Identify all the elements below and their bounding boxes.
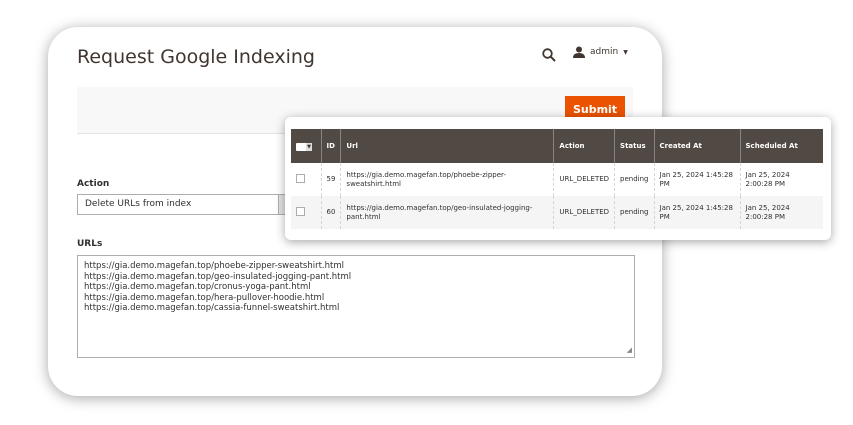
column-header-scheduled-at[interactable]: Scheduled At <box>739 129 823 163</box>
table-row: 60 https://gia.demo.magefan.top/geo-insu… <box>291 196 823 229</box>
mass-action-select[interactable]: ▼ <box>291 129 321 163</box>
row-url: https://gia.demo.magefan.top/phoebe-zipp… <box>340 163 554 196</box>
column-header-status[interactable]: Status <box>614 129 655 163</box>
indexing-grid: ▼ ID Url Action Status Created At Schedu… <box>291 129 823 229</box>
column-header-url[interactable]: Url <box>340 129 554 163</box>
row-id: 59 <box>320 163 341 196</box>
row-status: pending <box>614 163 655 196</box>
indexing-grid-popup: ▼ ID Url Action Status Created At Schedu… <box>285 117 831 240</box>
row-action: URL_DELETED <box>553 196 615 229</box>
row-status: pending <box>614 196 655 229</box>
urls-textarea-value: https://gia.demo.magefan.top/phoebe-zipp… <box>84 261 352 313</box>
row-created-at: Jan 25, 2024 1:45:28 PM <box>653 196 741 229</box>
row-url: https://gia.demo.magefan.top/geo-insulat… <box>340 196 554 229</box>
row-checkbox[interactable] <box>296 206 305 216</box>
row-checkbox[interactable] <box>296 173 305 183</box>
user-icon <box>573 46 585 58</box>
action-label: Action <box>77 179 110 189</box>
row-scheduled-at: Jan 25, 2024 2:00:28 PM <box>739 163 823 196</box>
urls-label: URLs <box>77 239 103 249</box>
row-action: URL_DELETED <box>553 163 615 196</box>
chevron-down-icon: ▼ <box>623 48 628 56</box>
urls-textarea[interactable]: https://gia.demo.magefan.top/phoebe-zipp… <box>77 255 635 358</box>
column-header-id[interactable]: ID <box>320 129 341 163</box>
username: admin <box>590 47 619 57</box>
column-header-created-at[interactable]: Created At <box>653 129 741 163</box>
table-row: 59 https://gia.demo.magefan.top/phoebe-z… <box>291 163 823 196</box>
search-icon[interactable] <box>542 48 556 62</box>
action-select[interactable]: Delete URLs from index ▼ <box>77 194 297 215</box>
row-scheduled-at: Jan 25, 2024 2:00:28 PM <box>739 196 823 229</box>
page-title: Request Google Indexing <box>77 46 315 68</box>
user-menu[interactable]: admin ▼ <box>573 46 628 58</box>
row-created-at: Jan 25, 2024 1:45:28 PM <box>653 163 741 196</box>
row-id: 60 <box>320 196 341 229</box>
resize-handle-icon[interactable]: ◢ <box>627 345 632 356</box>
chevron-down-icon: ▼ <box>306 142 312 151</box>
action-select-value: Delete URLs from index <box>85 199 192 209</box>
column-header-action[interactable]: Action <box>553 129 615 163</box>
